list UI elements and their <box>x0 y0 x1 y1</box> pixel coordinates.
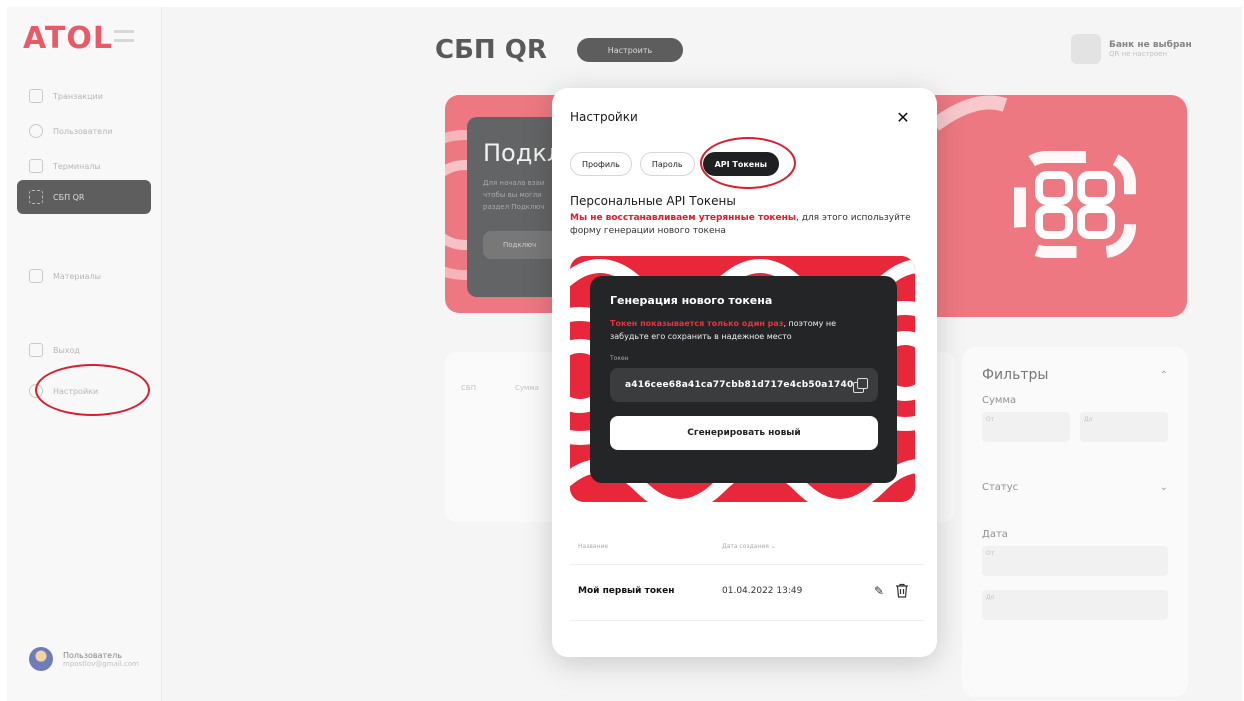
column-header-name: Название <box>578 543 609 550</box>
tab-api-tokens[interactable]: API Токены <box>702 152 779 176</box>
copy-icon[interactable] <box>853 378 868 393</box>
divider <box>570 620 925 621</box>
tab-password[interactable]: Пароль <box>639 152 695 176</box>
tab-profile[interactable]: Профиль <box>570 152 632 176</box>
column-header-date-label: Дата создания <box>722 543 769 550</box>
generation-note: Токен показывается только один раз, поэт… <box>610 317 877 343</box>
settings-modal: Настройки ✕ Профиль Пароль API Токены Пе… <box>552 88 937 657</box>
note-highlight: Токен показывается только один раз <box>610 319 784 328</box>
token-field[interactable]: a416cee68a41ca77cbb81d717e4cb50a174089..… <box>610 368 878 402</box>
warning-highlight: Мы не восстанавливаем утерянные токены <box>570 213 796 223</box>
token-value[interactable]: a416cee68a41ca77cbb81d717e4cb50a174089..… <box>625 380 853 390</box>
token-label: Токен <box>610 355 629 362</box>
generation-title: Генерация нового токена <box>610 294 773 307</box>
token-warning: Мы не восстанавливаем утерянные токены, … <box>570 212 915 238</box>
close-icon[interactable]: ✕ <box>892 106 914 128</box>
trash-icon[interactable] <box>895 583 909 598</box>
token-row-name: Мой первый токен <box>578 586 675 596</box>
settings-tabs: Профиль Пароль API Токены <box>570 152 779 176</box>
chevron-down-icon: ⌄ <box>770 543 776 550</box>
generate-token-button[interactable]: Сгенерировать новый <box>610 416 878 450</box>
edit-icon[interactable]: ✎ <box>874 584 888 598</box>
divider <box>570 564 925 565</box>
token-row-date: 01.04.2022 13:49 <box>722 586 803 596</box>
token-generation-card: Генерация нового токена Токен показывает… <box>590 276 897 483</box>
section-title: Персональные API Токены <box>570 194 736 208</box>
column-header-date[interactable]: Дата создания ⌄ <box>722 543 776 550</box>
modal-title: Настройки <box>570 110 638 124</box>
